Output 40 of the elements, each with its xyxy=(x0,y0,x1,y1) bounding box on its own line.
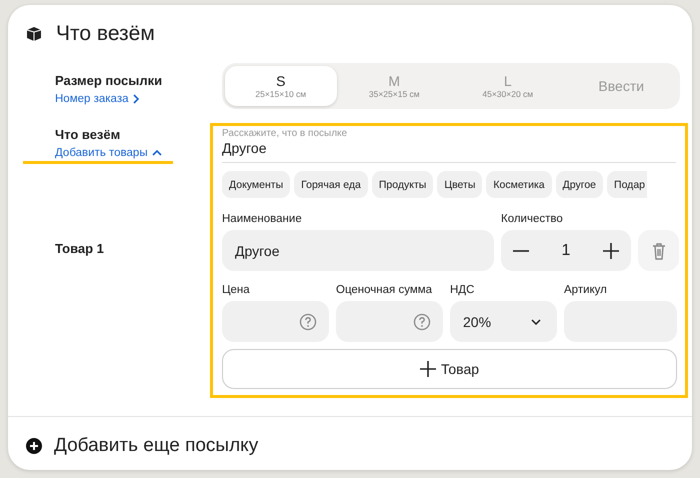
name-field[interactable]: Другое xyxy=(222,230,494,271)
chevron-right-icon xyxy=(132,94,140,104)
order-number-link[interactable]: Номер заказа xyxy=(55,92,140,106)
trash-icon xyxy=(652,242,666,260)
field-label: НДС xyxy=(450,283,476,297)
field-label: Наименование xyxy=(222,212,303,226)
field-label: Артикул xyxy=(564,283,608,297)
category-chip[interactable]: Горячая еда xyxy=(294,171,368,198)
help-icon xyxy=(299,312,317,330)
vat-select[interactable]: 20% xyxy=(450,301,557,342)
section-title: Что везём xyxy=(56,22,155,46)
field-label: Что везём xyxy=(55,127,122,143)
category-chip[interactable]: Косметика xyxy=(486,171,552,198)
field-label: Количество xyxy=(501,212,564,226)
box-icon xyxy=(26,26,42,42)
field-label: Оценочная сумма xyxy=(336,283,434,297)
minus-icon xyxy=(512,250,530,252)
plus-icon xyxy=(602,242,620,260)
field-label: Цена xyxy=(222,283,251,297)
plus-icon xyxy=(420,361,436,377)
field-label: Размер посылки xyxy=(55,73,164,89)
description-field[interactable]: Расскажите, что в посылке Другое xyxy=(222,128,676,163)
chevron-down-icon xyxy=(531,318,541,324)
add-item-button[interactable]: Товар xyxy=(222,349,677,389)
estimate-field[interactable] xyxy=(336,301,443,342)
item-title: Товар 1 xyxy=(55,241,105,257)
help-icon xyxy=(413,312,431,330)
add-parcel-button[interactable]: Добавить еще посылку xyxy=(8,416,692,457)
chevron-up-icon xyxy=(152,149,162,157)
add-goods-link[interactable]: Добавить товары xyxy=(55,146,162,160)
quantity-stepper[interactable]: 1 xyxy=(501,230,631,271)
category-chip[interactable]: Подар xyxy=(607,171,647,198)
category-chip[interactable]: Продукты xyxy=(372,171,434,198)
price-field[interactable] xyxy=(222,301,329,342)
category-chip[interactable]: Документы xyxy=(222,171,290,198)
size-option[interactable]: S 25×15×10 см xyxy=(225,66,336,106)
category-chip[interactable]: Цветы xyxy=(437,171,482,198)
plus-circle-icon xyxy=(26,438,42,454)
category-chip[interactable]: Другое xyxy=(556,171,604,198)
delete-button[interactable] xyxy=(638,230,679,271)
